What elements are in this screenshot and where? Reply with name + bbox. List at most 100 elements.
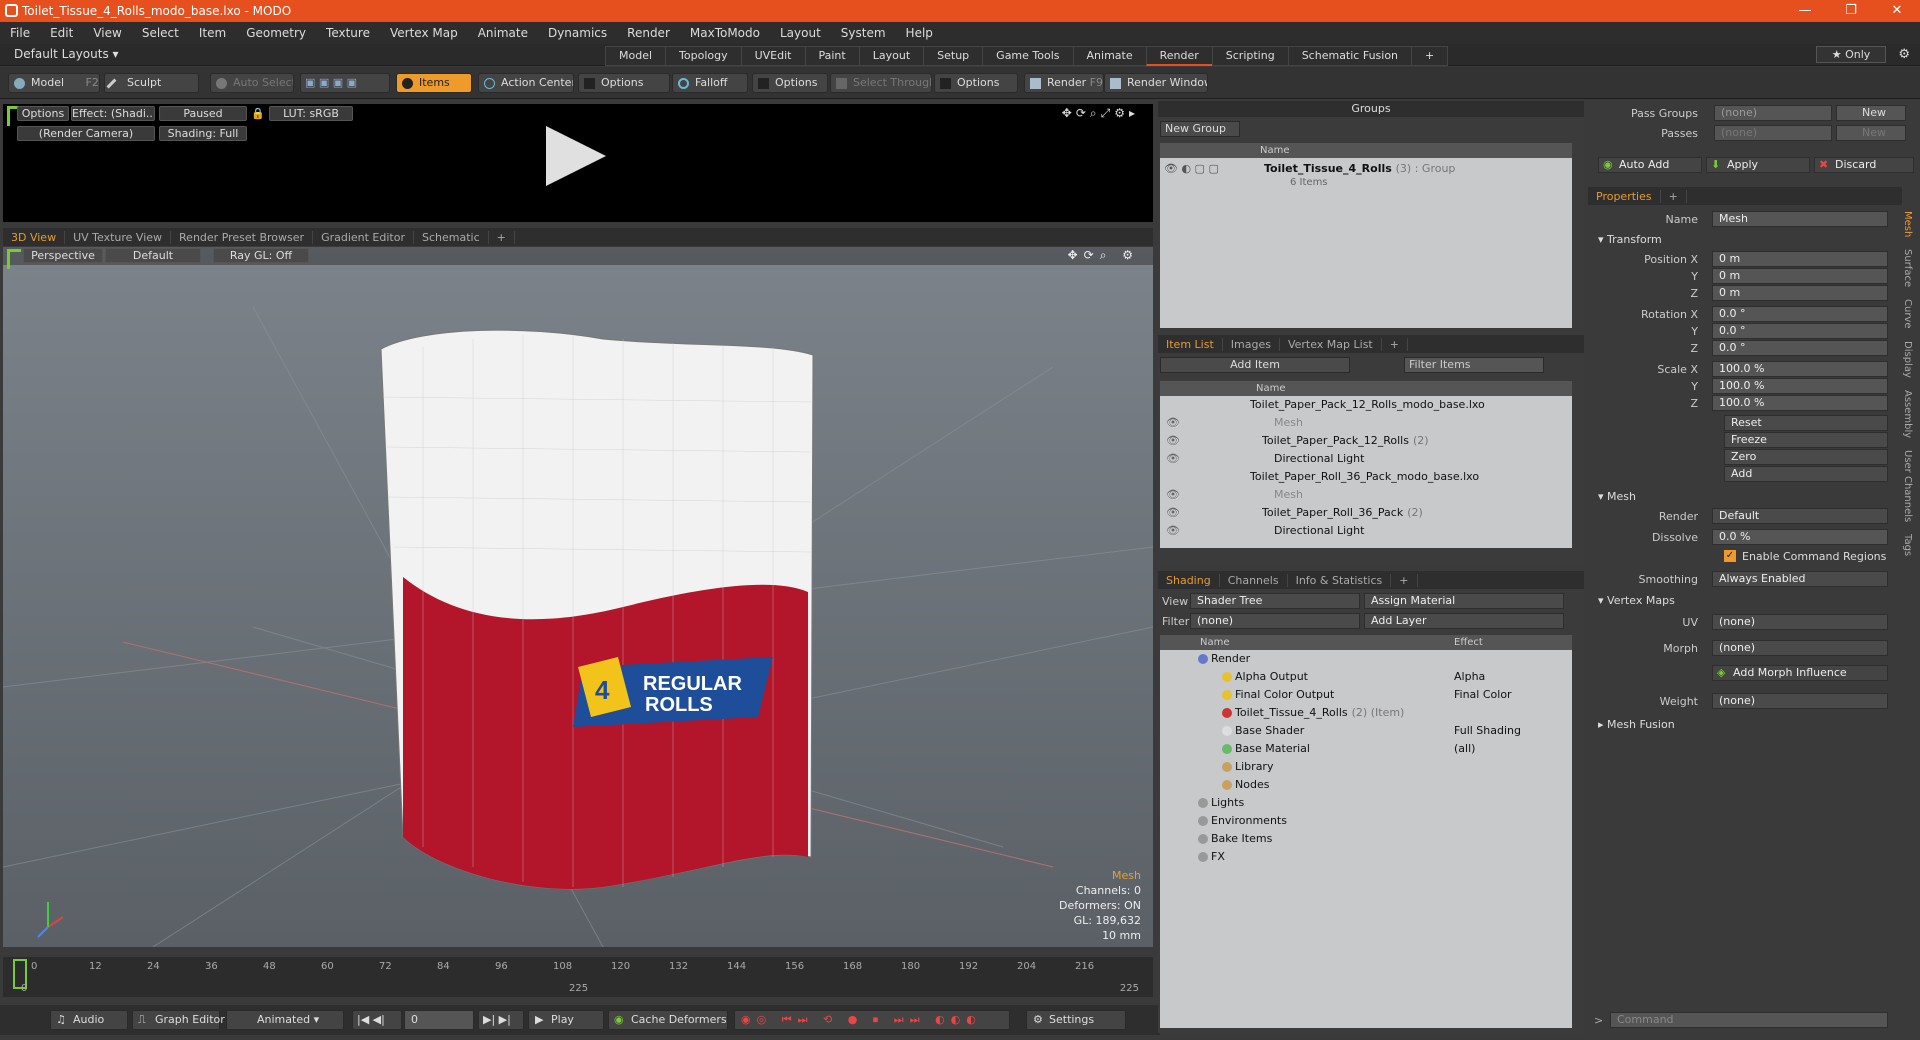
transform-section[interactable]: ▾ Transform <box>1598 233 1662 246</box>
tab-gradient-editor[interactable]: Gradient Editor <box>313 230 414 244</box>
menu-maxtomodo[interactable]: MaxToModo <box>680 26 770 40</box>
rotation-z-field[interactable]: 0.0 ° <box>1712 340 1888 356</box>
assign-material-dropdown[interactable]: Assign Material <box>1364 593 1564 609</box>
menu-help[interactable]: Help <box>896 26 943 40</box>
tab-vertex-map-list[interactable]: Vertex Map List <box>1280 337 1382 351</box>
vtab-tags[interactable]: Tags <box>1902 534 1913 556</box>
add-view-tab-button[interactable]: + <box>489 230 515 244</box>
shading-dropdown[interactable]: Shading: Full <box>159 126 247 141</box>
layout-tab-uvedit[interactable]: UVEdit <box>740 46 806 66</box>
lock-icon[interactable]: 🔒 <box>251 107 265 120</box>
tab-info-statistics[interactable]: Info & Statistics <box>1288 573 1392 587</box>
close-button[interactable]: ✕ <box>1874 0 1920 22</box>
tab-uv-texture-view[interactable]: UV Texture View <box>65 230 172 244</box>
layout-tab-animate[interactable]: Animate <box>1072 46 1147 66</box>
action-center-button[interactable]: Action Center <box>478 73 574 93</box>
menu-geometry[interactable]: Geometry <box>236 26 316 40</box>
shader-tree-row[interactable]: Lights <box>1160 794 1572 812</box>
shader-layer-effect[interactable]: Final Color <box>1454 686 1512 704</box>
minimize-button[interactable]: — <box>1782 0 1828 22</box>
menu-file[interactable]: File <box>0 26 40 40</box>
shader-tree-row[interactable]: Base Shader Full Shading <box>1160 722 1572 740</box>
shader-layer-effect[interactable]: Alpha <box>1454 668 1485 686</box>
layout-tab-topology[interactable]: Topology <box>665 46 742 66</box>
tab-3d-view[interactable]: 3D View <box>3 230 66 244</box>
vtab-assembly[interactable]: Assembly <box>1902 390 1913 438</box>
render-button[interactable]: Render F9 <box>1024 73 1104 93</box>
shader-tree-row[interactable]: Nodes <box>1160 776 1572 794</box>
layout-tab-schematic-fusion[interactable]: Schematic Fusion <box>1287 46 1413 66</box>
add-dropdown[interactable]: Add <box>1724 466 1888 482</box>
play-button[interactable]: ▶ Play <box>528 1010 604 1030</box>
tab-properties[interactable]: Properties <box>1588 189 1661 203</box>
pass-groups-dropdown[interactable]: (none) <box>1714 105 1832 121</box>
passes-new-button[interactable]: New <box>1836 125 1906 141</box>
position-y-field[interactable]: 0 m <box>1712 268 1888 284</box>
groups-list[interactable]: 👁 ◐ ▢ ▢ Toilet_Tissue_4_Rolls (3) : Grou… <box>1160 158 1572 328</box>
falloff-button[interactable]: Falloff <box>672 73 748 93</box>
layout-tab-paint[interactable]: Paint <box>804 46 860 66</box>
vtab-mesh[interactable]: Mesh <box>1902 211 1913 237</box>
shader-tree-row[interactable]: Alpha Output Alpha <box>1160 668 1572 686</box>
shader-tree-row[interactable]: Render <box>1160 650 1572 668</box>
tab-shading[interactable]: Shading <box>1158 573 1220 587</box>
menu-layout[interactable]: Layout <box>770 26 831 40</box>
vtab-display[interactable]: Display <box>1902 341 1913 378</box>
key-controls[interactable]: ◉◎ ⏮⏭ ⟲ ● ⏹ ⏭⏭ ◐◐◐ <box>734 1010 1010 1030</box>
lut-dropdown[interactable]: LUT: sRGB <box>269 106 353 121</box>
discard-button[interactable]: ✖ Discard <box>1814 157 1914 173</box>
item-list-row[interactable]: 👁 Directional Light <box>1160 450 1572 468</box>
visibility-eye-icon[interactable]: 👁 <box>1166 504 1180 522</box>
filter-items-input[interactable]: Filter Items <box>1404 357 1544 373</box>
select-through-options-button[interactable]: Options <box>934 73 1018 93</box>
sculpt-button[interactable]: Sculpt <box>104 73 199 93</box>
action-center-options-button[interactable]: Options <box>578 73 670 93</box>
effect-dropdown[interactable]: Effect: (Shadi... <box>71 106 155 121</box>
maximize-button[interactable]: ❐ <box>1828 0 1874 22</box>
shader-tree-row[interactable]: Base Material (all) <box>1160 740 1572 758</box>
frame-input[interactable]: 0 <box>404 1010 474 1030</box>
vtab-curve[interactable]: Curve <box>1902 299 1913 329</box>
layout-tab-render[interactable]: Render <box>1145 46 1213 66</box>
command-input[interactable]: Command <box>1610 1012 1888 1028</box>
add-properties-tab-button[interactable]: + <box>1661 189 1687 203</box>
menu-animate[interactable]: Animate <box>468 26 538 40</box>
visibility-eye-icon[interactable]: 👁 <box>1166 450 1180 468</box>
animated-dropdown[interactable]: Animated ▾ <box>226 1010 344 1030</box>
play-preview-icon[interactable] <box>546 126 606 186</box>
menu-item[interactable]: Item <box>189 26 236 40</box>
vertex-maps-section[interactable]: ▾ Vertex Maps <box>1598 594 1675 607</box>
visibility-eye-icon[interactable]: 👁 <box>1166 486 1180 504</box>
layout-tab-layout[interactable]: Layout <box>858 46 925 66</box>
render-window-button[interactable]: Render Window <box>1104 73 1208 93</box>
model-mode-button[interactable]: Model F2 <box>8 73 100 93</box>
render-camera-dropdown[interactable]: (Render Camera) <box>17 126 155 141</box>
item-list-row[interactable]: Toilet_Paper_Pack_12_Rolls_modo_base.lxo <box>1160 396 1572 414</box>
menu-view[interactable]: View <box>83 26 131 40</box>
shader-tree-row[interactable]: Environments <box>1160 812 1572 830</box>
add-layout-tab-button[interactable]: + <box>1411 46 1449 66</box>
items-mode-button[interactable]: Items <box>396 73 472 93</box>
new-group-button[interactable]: New Group <box>1160 121 1240 137</box>
menu-render[interactable]: Render <box>617 26 680 40</box>
menu-texture[interactable]: Texture <box>316 26 380 40</box>
vtab-user-channels[interactable]: User Channels <box>1902 450 1913 522</box>
shading-filter-dropdown[interactable]: (none) <box>1190 613 1360 629</box>
shader-tree-row[interactable]: Bake Items <box>1160 830 1572 848</box>
menu-select[interactable]: Select <box>132 26 189 40</box>
add-item-dropdown[interactable]: Add Item <box>1160 357 1350 373</box>
step-forward-buttons[interactable]: ▶| ▶| <box>478 1010 524 1030</box>
tab-images[interactable]: Images <box>1223 337 1280 351</box>
shader-tree-row[interactable]: Toilet_Tissue_4_Rolls (2) (Item) <box>1160 704 1572 722</box>
shader-tree[interactable]: Render Alpha Output Alpha Final Color Outpu… <box>1160 650 1572 1028</box>
item-list-row[interactable]: 👁 Toilet_Paper_Pack_12_Rolls (2) <box>1160 432 1572 450</box>
3d-viewport[interactable]: Perspective Default Ray GL: Off ✥⟳⌕ ⚙ 4 … <box>3 247 1153 947</box>
smoothing-dropdown[interactable]: Always Enabled <box>1712 571 1888 587</box>
scale-y-field[interactable]: 100.0 % <box>1712 378 1888 394</box>
passes-dropdown[interactable]: (none) <box>1714 125 1832 141</box>
shader-tree-row[interactable]: FX <box>1160 848 1572 866</box>
tab-item-list[interactable]: Item List <box>1158 337 1223 351</box>
shader-layer-effect[interactable]: Full Shading <box>1454 722 1521 740</box>
select-through-button[interactable]: Select Through <box>830 73 932 93</box>
add-layer-dropdown[interactable]: Add Layer <box>1364 613 1564 629</box>
